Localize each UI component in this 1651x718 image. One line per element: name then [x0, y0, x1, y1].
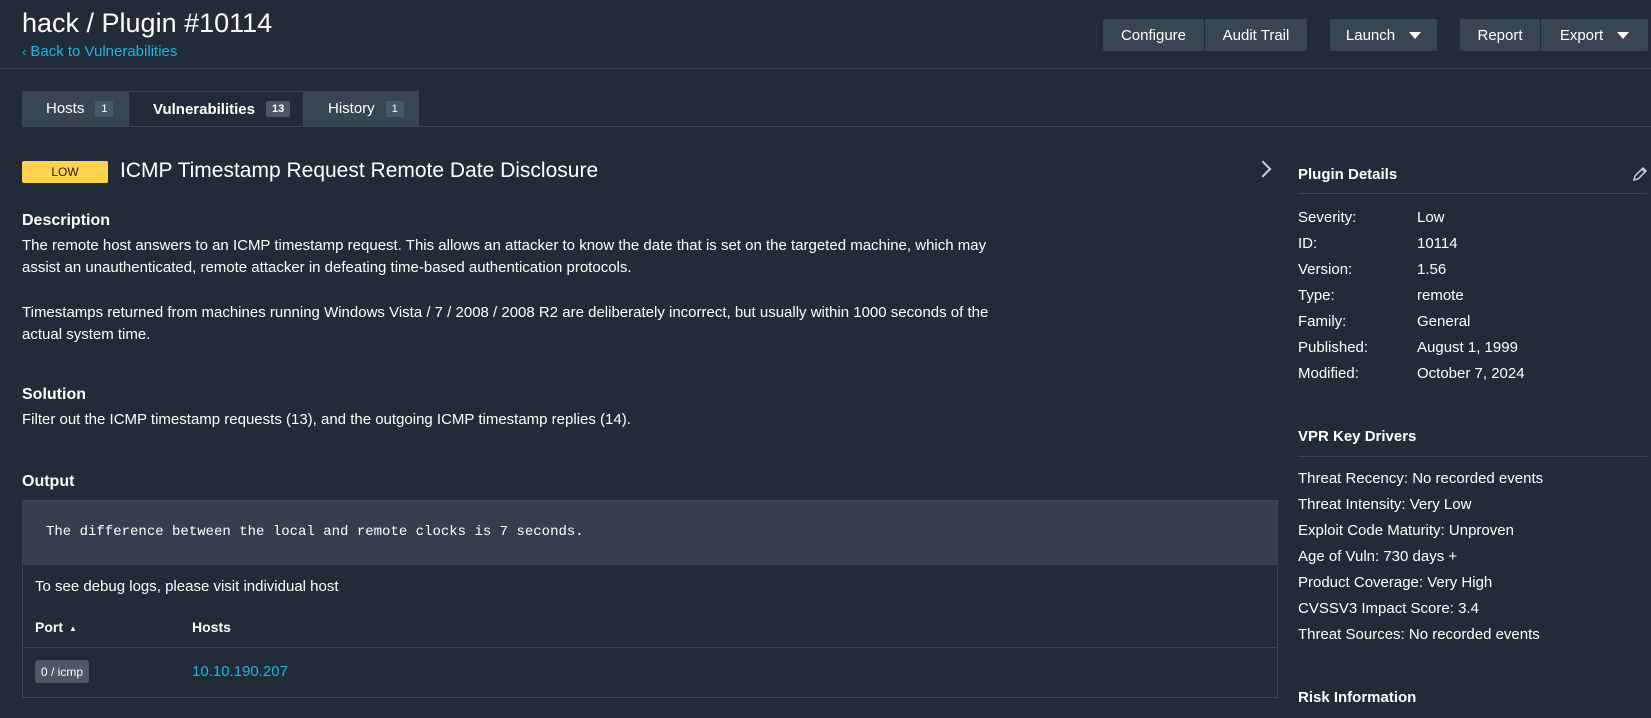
detail-value: Low	[1417, 209, 1445, 226]
export-label: Export	[1559, 26, 1604, 44]
tab-vulnerabilities[interactable]: Vulnerabilities 13	[128, 91, 304, 126]
page-header: hack / Plugin #10114 ‹ Back to Vulnerabil…	[0, 0, 1651, 69]
risk-information-heading: Risk Information	[1298, 689, 1417, 706]
caret-down-icon	[1617, 31, 1630, 39]
port-badge: 0 / icmp	[35, 660, 90, 683]
sort-ascending-icon: ▲	[69, 623, 77, 633]
severity-badge: LOW	[22, 161, 108, 183]
tab-count-badge: 13	[265, 101, 291, 117]
detail-value: 10114	[1417, 235, 1458, 252]
vpr-driver: Threat Intensity: Very Low	[1298, 496, 1472, 513]
detail-label: Published:	[1298, 339, 1369, 356]
description-heading: Description	[22, 212, 111, 229]
tab-label: History	[328, 100, 375, 117]
plugin-details-heading: Plugin Details	[1298, 166, 1398, 183]
plugin-output-text: The difference between the local and rem…	[46, 524, 584, 540]
vpr-driver: Exploit Code Maturity: Unproven	[1298, 522, 1514, 539]
port-header-label: Port	[35, 619, 63, 635]
table-divider	[23, 647, 1277, 648]
output-panel: The difference between the local and rem…	[22, 500, 1278, 698]
detail-label: Modified:	[1298, 365, 1359, 382]
caret-down-icon	[1409, 31, 1422, 39]
detail-value: remote	[1417, 287, 1464, 304]
tab-count-badge: 1	[95, 100, 114, 117]
output-heading: Output	[22, 473, 75, 490]
detail-value: General	[1417, 313, 1471, 330]
sidebar-divider	[1298, 456, 1647, 457]
hosts-column-header[interactable]: Hosts	[192, 619, 231, 635]
launch-label: Launch	[1345, 26, 1396, 44]
description-text: The remote host answers to an ICMP times…	[22, 237, 987, 276]
solution-text: Filter out the ICMP timestamp requests (…	[22, 411, 631, 428]
solution-heading: Solution	[22, 386, 86, 403]
detail-label: Version:	[1298, 261, 1353, 278]
tab-count-badge: 1	[385, 100, 404, 117]
vulnerability-title: ICMP Timestamp Request Remote Date Discl…	[120, 159, 599, 182]
chevron-left-icon: ‹	[22, 44, 27, 59]
back-to-vulnerabilities-link[interactable]: ‹ Back to Vulnerabilities	[22, 43, 177, 60]
vpr-driver: Threat Recency: No recorded events	[1298, 470, 1544, 487]
port-column-header[interactable]: Port ▲	[35, 619, 77, 635]
plugin-output: The difference between the local and rem…	[23, 501, 1277, 565]
page-title: hack / Plugin #10114	[22, 8, 273, 38]
description-text-2: Timestamps returned from machines runnin…	[22, 304, 989, 343]
pencil-icon[interactable]	[1632, 166, 1648, 182]
detail-label: ID:	[1298, 235, 1318, 252]
configure-button[interactable]: Configure	[1103, 19, 1204, 51]
debug-note: To see debug logs, please visit individu…	[35, 578, 339, 595]
tab-history[interactable]: History 1	[304, 91, 419, 126]
detail-label: Severity:	[1298, 209, 1357, 226]
tab-label: Hosts	[46, 100, 85, 117]
detail-value: October 7, 2024	[1417, 365, 1525, 382]
chevron-right-icon[interactable]	[1254, 160, 1272, 178]
detail-value: 1.56	[1417, 261, 1447, 278]
sidebar-divider	[1298, 193, 1647, 194]
detail-value: August 1, 1999	[1417, 339, 1518, 356]
vpr-driver: Product Coverage: Very High	[1298, 574, 1493, 591]
host-link[interactable]: 10.10.190.207	[192, 663, 288, 680]
back-link-label: Back to Vulnerabilities	[30, 43, 178, 60]
detail-label: Type:	[1298, 287, 1335, 304]
vpr-driver: Threat Sources: No recorded events	[1298, 626, 1540, 643]
vpr-heading: VPR Key Drivers	[1298, 428, 1417, 445]
tab-hosts[interactable]: Hosts 1	[22, 91, 128, 126]
audit-trail-button[interactable]: Audit Trail	[1205, 19, 1307, 51]
export-button[interactable]: Export	[1541, 19, 1648, 51]
detail-label: Family:	[1298, 313, 1347, 330]
vpr-driver: Age of Vuln: 730 days +	[1298, 548, 1458, 565]
launch-button[interactable]: Launch	[1330, 19, 1437, 51]
tab-label: Vulnerabilities	[153, 100, 255, 118]
tab-divider	[22, 126, 1651, 127]
report-button[interactable]: Report	[1460, 19, 1540, 51]
vpr-driver: CVSSV3 Impact Score: 3.4	[1298, 600, 1479, 617]
